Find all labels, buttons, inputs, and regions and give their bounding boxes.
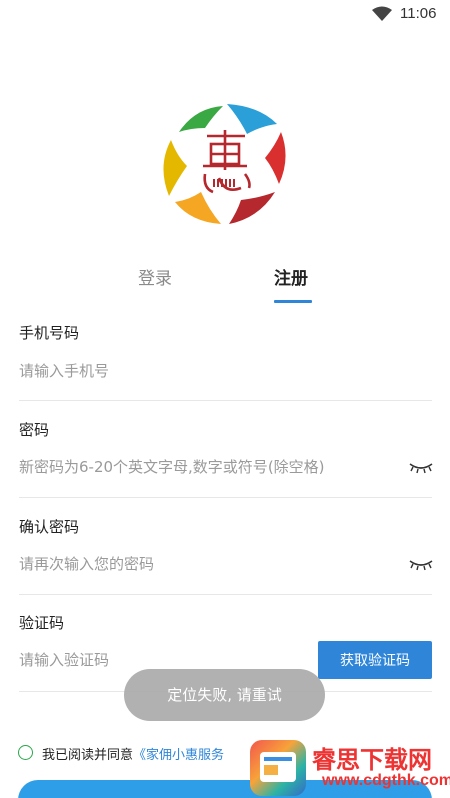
confirm-password-label: 确认密码	[19, 518, 80, 536]
eye-closed-icon[interactable]	[408, 461, 434, 475]
divider	[19, 594, 432, 595]
phone-input[interactable]	[19, 360, 409, 382]
get-code-button[interactable]: 获取验证码	[318, 641, 432, 679]
agreement-link[interactable]: 《家佣小惠服务	[133, 748, 224, 763]
status-bar: 11:06	[0, 0, 450, 28]
confirm-password-input[interactable]	[19, 553, 401, 575]
watermark-app-icon	[250, 740, 306, 796]
watermark-title: 睿思下载网	[312, 746, 432, 774]
password-label: 密码	[19, 421, 50, 439]
tab-register[interactable]: 注册	[274, 264, 308, 289]
agreement-text: 我已阅读并同意《家佣小惠服务	[42, 744, 224, 763]
phone-label: 手机号码	[19, 324, 80, 342]
tab-login[interactable]: 登录	[138, 264, 172, 289]
status-time: 11:06	[400, 5, 437, 22]
eye-closed-icon[interactable]	[408, 558, 434, 572]
divider	[19, 400, 432, 401]
divider	[19, 497, 432, 498]
toast-message: 定位失败, 请重试	[124, 669, 325, 721]
tab-active-indicator	[274, 300, 312, 303]
agree-checkbox[interactable]	[18, 745, 33, 760]
hui-logo-icon	[163, 104, 286, 224]
password-input[interactable]	[19, 456, 401, 478]
auth-tabs: 登录 注册	[0, 264, 450, 308]
watermark-url: www.cdgthk.com	[322, 772, 450, 789]
agreement-prefix: 我已阅读并同意	[42, 748, 134, 763]
code-label: 验证码	[19, 614, 65, 632]
watermark: 睿思下载网 www.cdgthk.com	[250, 738, 450, 798]
wifi-icon	[372, 6, 392, 21]
code-input[interactable]	[19, 649, 299, 671]
